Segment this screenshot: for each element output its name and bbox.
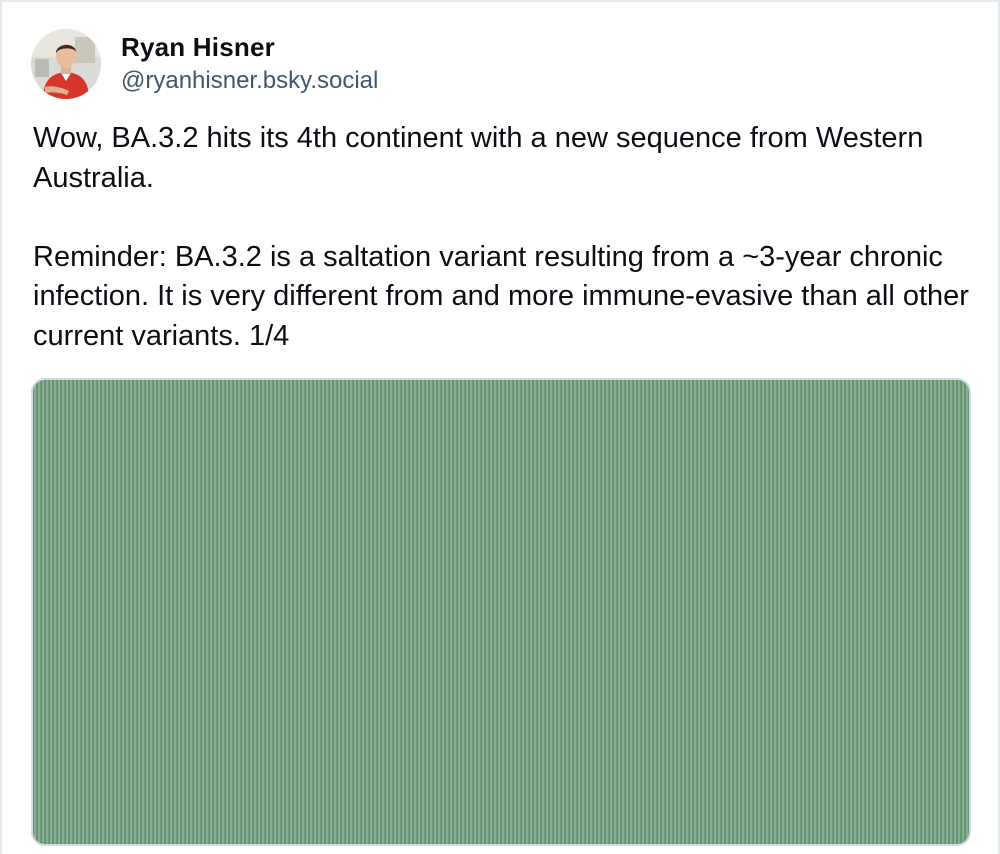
- author-handle[interactable]: @ryanhisner.bsky.social: [121, 65, 378, 97]
- post-paragraph-2: Reminder: BA.3.2 is a saltation variant …: [33, 240, 978, 352]
- post-image-embed[interactable]: [31, 378, 971, 846]
- author-display-name[interactable]: Ryan Hisner: [121, 31, 378, 63]
- post-text: Wow, BA.3.2 hits its 4th continent with …: [33, 119, 973, 356]
- post-paragraph-1: Wow, BA.3.2 hits its 4th continent with …: [33, 122, 930, 194]
- avatar[interactable]: [31, 29, 101, 99]
- author-info: Ryan Hisner @ryanhisner.bsky.social: [121, 31, 378, 97]
- avatar-photo-icon: [31, 29, 101, 99]
- post-card: Ryan Hisner @ryanhisner.bsky.social Wow,…: [0, 0, 1000, 854]
- post-header: Ryan Hisner @ryanhisner.bsky.social: [31, 29, 378, 99]
